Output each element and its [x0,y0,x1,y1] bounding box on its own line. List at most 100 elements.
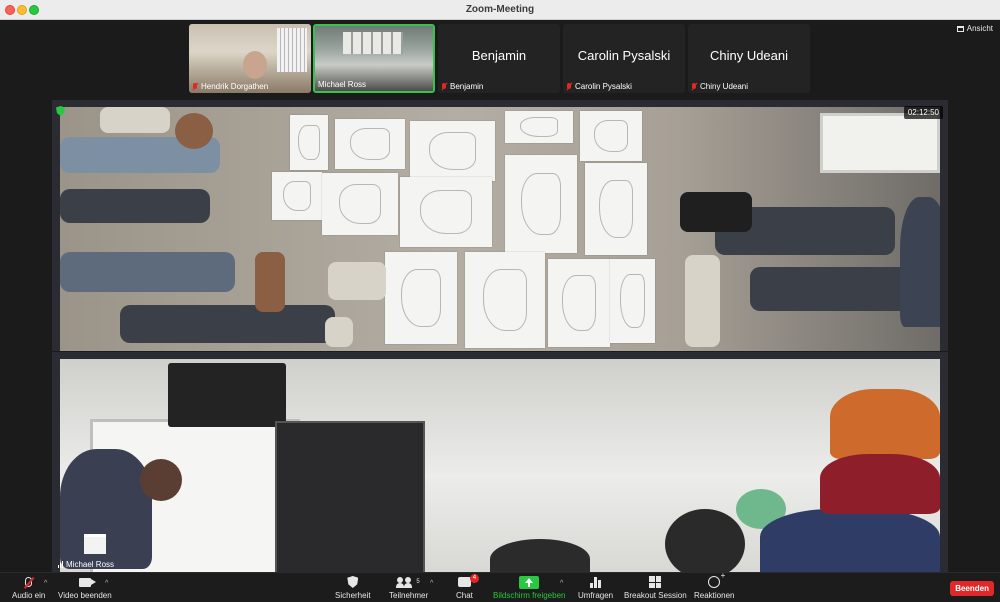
video-overlay-icon [84,534,106,554]
shoe [680,192,752,232]
room-board [275,421,425,572]
person-legs [60,189,210,223]
view-label: Ansicht [966,24,993,33]
reactions-label: Reaktionen [694,591,735,600]
person-legs [120,305,335,343]
participant-name-bar: Benjamin [441,82,483,91]
main-video-top[interactable] [52,100,948,351]
meeting-toolbar: Audio ein ^ Video beenden ^ Sicherheit 5… [0,571,1000,602]
video-frame-floor [60,107,940,351]
participant-tile-hendrik[interactable]: Hendrik Dorgathen [189,24,311,93]
recording-timer: 02:12:50 [903,106,943,119]
drawing-sheet [548,259,610,347]
participant-name: Carolin Pysalski [575,82,632,91]
security-button[interactable]: Sicherheit [335,575,371,600]
audio-options-chevron-icon[interactable]: ^ [44,580,47,587]
shoe [255,252,285,312]
video-label: Video beenden [58,591,112,600]
chat-badge: 4 [469,574,479,583]
drawing-sheet [580,111,642,161]
participant-tile-carolin[interactable]: Carolin Pysalski Carolin Pysalski [563,24,685,93]
drawing-sheet [505,155,577,253]
participant-name: Michael Ross [318,80,367,89]
participants-count: 5 [416,579,420,585]
person-body [760,509,940,572]
drawing-sheet [322,173,398,235]
drawing-sheet [385,252,457,344]
video-camera-icon [78,577,96,587]
audio-button[interactable]: Audio ein [12,575,45,600]
drawing-sheet [272,172,322,220]
participant-name-bar: Michael Ross [318,80,366,89]
drawing-sheet [290,115,328,170]
person-legs [60,252,235,292]
chat-button[interactable]: 4 Chat [456,574,479,600]
meeting-stage: Ansicht Hendrik Dorgathen Michael Ross B… [0,20,1000,572]
signal-strength-icon [58,561,63,568]
video-options-chevron-icon[interactable]: ^ [105,580,108,587]
participant-name: Chiny Udeani [700,82,749,91]
room-speaker [168,363,286,427]
mic-muted-icon [566,82,572,91]
drawing-sheet [585,163,647,255]
video-button[interactable]: Video beenden [58,575,112,600]
end-meeting-button[interactable]: Beenden [950,581,994,596]
participant-name-bar: Hendrik Dorgathen [192,82,268,91]
participant-name-bar: Chiny Udeani [691,82,748,91]
drawing-sheet [335,119,405,169]
video-poster [277,28,307,72]
main-video-bottom[interactable] [52,352,948,572]
shield-icon [347,576,359,588]
mic-muted-icon [441,82,447,91]
mic-muted-icon [192,82,198,91]
participant-tile-benjamin[interactable]: Benjamin Benjamin [438,24,560,93]
participant-big-name: Chiny Udeani [709,48,789,63]
participant-name: Hendrik Dorgathen [201,82,269,91]
participants-button[interactable]: 5 Teilnehmer [389,575,428,600]
participant-name-bar: Carolin Pysalski [566,82,632,91]
drawing-sheet [400,177,492,247]
video-papers [343,32,403,54]
participant-tile-michael[interactable]: Michael Ross [313,24,435,93]
person-head [490,539,590,572]
mic-muted-icon [691,82,697,91]
video-name: Michael Ross [66,560,115,569]
shoe [325,317,353,347]
window-title-bar: Zoom-Meeting [0,0,1000,20]
polls-label: Umfragen [578,591,614,600]
seated-person [900,197,940,327]
window-title: Zoom-Meeting [465,4,535,15]
shoe [175,113,213,149]
video-name-label: Michael Ross [58,560,114,569]
video-frame-room [60,359,940,572]
shoe [328,262,386,300]
share-screen-label: Bildschirm freigeben [493,591,566,600]
person-left [60,449,152,569]
person-body [820,454,940,514]
person-head [665,509,745,572]
participant-name: Benjamin [450,82,484,91]
reactions-button[interactable]: Reaktionen [694,571,735,600]
share-screen-button[interactable]: Bildschirm freigeben [493,575,565,600]
mic-muted-icon [25,577,33,587]
emoji-reaction-icon [708,571,725,588]
person-head [140,459,182,501]
participants-label: Teilnehmer [389,591,429,600]
shoe [685,255,720,347]
breakout-rooms-icon [649,576,662,588]
breakout-button[interactable]: Breakout Session [624,575,687,600]
drawing-sheet [505,111,573,143]
view-button[interactable]: Ansicht [956,24,993,33]
polls-button[interactable]: Umfragen [578,575,613,600]
breakout-label: Breakout Session [624,591,687,600]
drawing-sheet [410,121,495,181]
audio-label: Audio ein [12,591,46,600]
poll-chart-icon [589,576,602,588]
share-options-chevron-icon[interactable]: ^ [560,580,563,587]
participant-tile-chiny[interactable]: Chiny Udeani Chiny Udeani [688,24,810,93]
participant-big-name: Carolin Pysalski [577,48,671,63]
participants-options-chevron-icon[interactable]: ^ [430,580,433,587]
chair-window [820,113,940,173]
chat-label: Chat [456,591,473,600]
drawing-sheet [610,259,655,343]
